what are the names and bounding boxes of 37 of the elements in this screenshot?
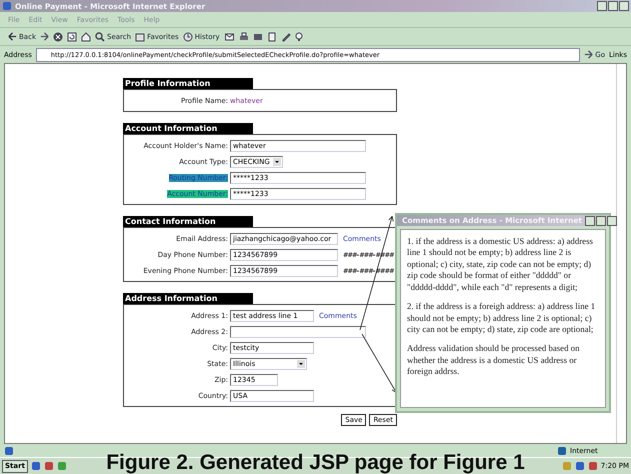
folder-icon	[135, 32, 146, 42]
leader-line	[362, 334, 397, 394]
back-arrow-icon	[8, 32, 17, 41]
maximize-button[interactable]	[596, 216, 606, 226]
figure-caption: Figure 2. Generated JSP page for Figure 1	[106, 450, 525, 474]
taskbar-icon	[562, 461, 572, 471]
section-title: Contact Information	[123, 216, 253, 227]
caret-icon	[297, 360, 305, 368]
section-title: Profile Information	[123, 78, 253, 89]
search-icon	[95, 32, 105, 42]
input-field[interactable]	[230, 326, 366, 338]
comment-paragraph: Address validation should be processed based on whether the address is a domestic US address or foreign addrss.	[407, 343, 580, 378]
taskbar-icon	[56, 461, 67, 471]
clock-icon	[182, 32, 193, 42]
forward-arrow-icon	[584, 50, 594, 59]
maximize-button[interactable]	[608, 1, 618, 11]
caret-icon	[273, 158, 281, 166]
minimize-button[interactable]	[597, 1, 607, 11]
mail-icon	[224, 32, 235, 42]
refresh-icon	[67, 32, 77, 42]
minimize-button[interactable]	[585, 216, 595, 226]
taskbar-icon	[588, 461, 598, 471]
comment-paragraph: 2. if the address is a foreigh address: a) address line 1 should not be empty; b) address line 2 is optional; c) city can not be empty; d) state, zip code are optional;	[407, 301, 596, 336]
bulb-icon	[294, 32, 303, 42]
section-title: Account Information	[123, 123, 253, 134]
printer-icon	[238, 32, 249, 42]
home-icon	[81, 32, 91, 42]
comment-paragraph: 1. if the address is a domestic US address: a) address line 1 should not be empty; b) address line 2 is optional; c) city, state, zip code can not be empty; d) zip code should be format of either "ddddd" or "ddddd-dddd", while each "d" represents a digit;	[407, 236, 594, 294]
taskbar-icon	[44, 461, 54, 471]
forward-arrow-icon	[40, 32, 49, 41]
taskbar-icon	[30, 461, 41, 471]
close-button[interactable]	[619, 1, 629, 11]
pencil-icon	[280, 32, 291, 42]
close-button[interactable]	[607, 216, 617, 226]
section-title: Address Information	[123, 293, 253, 304]
taskbar-icon	[574, 461, 585, 471]
stop-icon	[53, 32, 63, 42]
